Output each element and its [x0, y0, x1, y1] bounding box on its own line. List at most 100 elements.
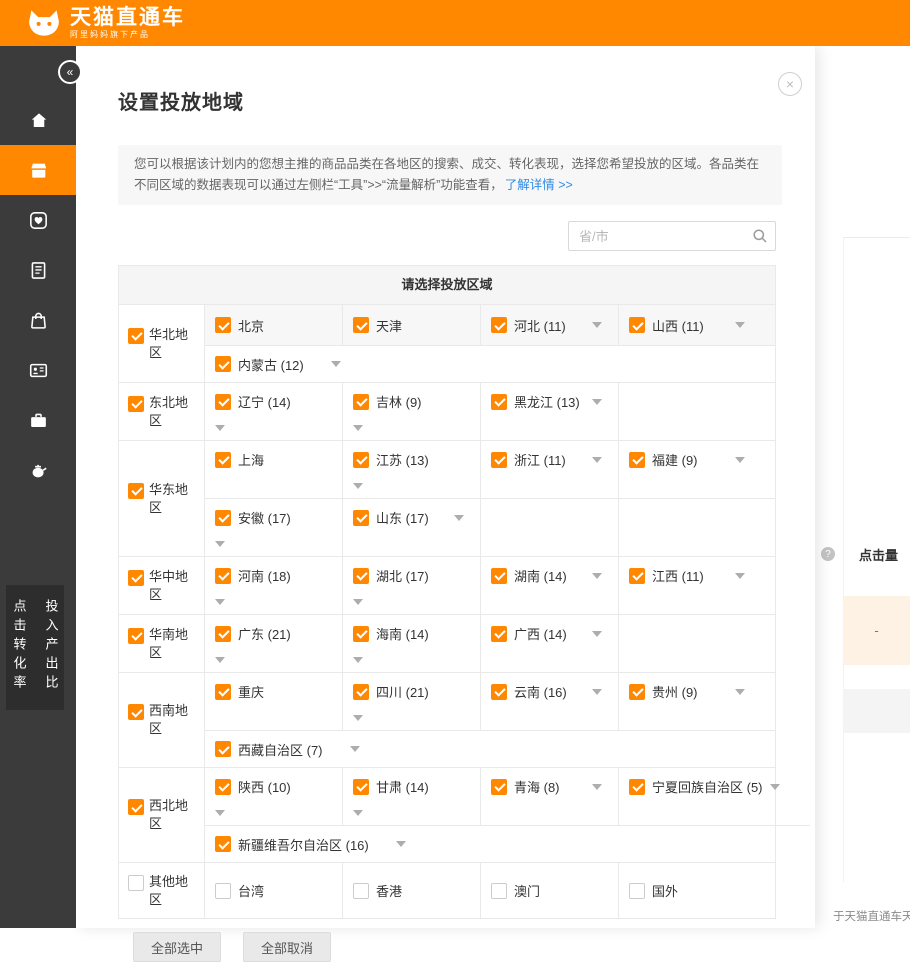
- dropdown-arrow-icon[interactable]: [735, 573, 745, 579]
- dropdown-arrow-icon[interactable]: [331, 361, 341, 367]
- province-checkbox[interactable]: [215, 356, 231, 372]
- dropdown-arrow-icon[interactable]: [215, 810, 225, 816]
- footer-link[interactable]: 天: [902, 908, 910, 924]
- dropdown-arrow-icon[interactable]: [592, 399, 602, 405]
- province-checkbox[interactable]: [491, 394, 507, 410]
- province-cell[interactable]: 广西 (14): [481, 615, 619, 672]
- province-checkbox[interactable]: [353, 779, 369, 795]
- province-checkbox[interactable]: [491, 684, 507, 700]
- province-cell[interactable]: 吉林 (9): [343, 383, 481, 440]
- province-checkbox[interactable]: [215, 452, 231, 468]
- dropdown-arrow-icon[interactable]: [353, 599, 363, 605]
- dropdown-arrow-icon[interactable]: [454, 515, 464, 521]
- province-cell[interactable]: 广东 (21): [205, 615, 343, 672]
- sidebar-item-bag[interactable]: [0, 295, 76, 345]
- region-cell[interactable]: 华中地区: [119, 557, 205, 614]
- province-checkbox[interactable]: [629, 317, 645, 333]
- province-checkbox[interactable]: [629, 883, 645, 899]
- province-checkbox[interactable]: [215, 684, 231, 700]
- region-cell[interactable]: 东北地区: [119, 383, 205, 440]
- sidebar-item-heart[interactable]: [0, 195, 76, 245]
- dropdown-arrow-icon[interactable]: [592, 689, 602, 695]
- province-cell[interactable]: 贵州 (9): [619, 673, 775, 730]
- dropdown-arrow-icon[interactable]: [770, 784, 780, 790]
- province-cell[interactable]: 上海: [205, 441, 343, 498]
- province-cell[interactable]: 云南 (16): [481, 673, 619, 730]
- province-checkbox[interactable]: [629, 779, 645, 795]
- province-checkbox[interactable]: [491, 317, 507, 333]
- dropdown-arrow-icon[interactable]: [215, 425, 225, 431]
- dropdown-arrow-icon[interactable]: [735, 457, 745, 463]
- province-checkbox[interactable]: [491, 568, 507, 584]
- sidebar-item-briefcase[interactable]: [0, 395, 76, 445]
- province-cell[interactable]: 内蒙古 (12): [205, 346, 775, 382]
- province-cell[interactable]: 辽宁 (14): [205, 383, 343, 440]
- metric-roi-label[interactable]: 投入产出比: [42, 599, 61, 694]
- region-cell[interactable]: 华南地区: [119, 615, 205, 672]
- province-checkbox[interactable]: [353, 568, 369, 584]
- dropdown-arrow-icon[interactable]: [592, 631, 602, 637]
- dropdown-arrow-icon[interactable]: [735, 322, 745, 328]
- province-search-input[interactable]: [568, 221, 776, 251]
- deselect-all-button[interactable]: 全部取消: [243, 932, 331, 962]
- learn-more-link[interactable]: 了解详情 >>: [505, 178, 573, 192]
- select-all-button[interactable]: 全部选中: [133, 932, 221, 962]
- province-cell[interactable]: 河南 (18): [205, 557, 343, 614]
- sidebar-item-teapot[interactable]: [0, 445, 76, 495]
- dropdown-arrow-icon[interactable]: [215, 541, 225, 547]
- province-checkbox[interactable]: [215, 741, 231, 757]
- dropdown-arrow-icon[interactable]: [215, 657, 225, 663]
- dropdown-arrow-icon[interactable]: [350, 746, 360, 752]
- province-cell[interactable]: 青海 (8): [481, 768, 619, 825]
- province-checkbox[interactable]: [353, 394, 369, 410]
- region-cell[interactable]: 其他地区: [119, 863, 205, 918]
- region-checkbox[interactable]: [128, 799, 144, 815]
- province-checkbox[interactable]: [629, 684, 645, 700]
- province-cell[interactable]: 四川 (21): [343, 673, 481, 730]
- province-checkbox[interactable]: [353, 452, 369, 468]
- sidebar-item-idcard[interactable]: [0, 345, 76, 395]
- sidebar-item-report[interactable]: [0, 245, 76, 295]
- region-cell[interactable]: 华北地区: [119, 305, 205, 382]
- province-checkbox[interactable]: [215, 626, 231, 642]
- province-cell[interactable]: 新疆维吾尔自治区 (16): [205, 826, 810, 862]
- dropdown-arrow-icon[interactable]: [215, 599, 225, 605]
- region-checkbox[interactable]: [128, 570, 144, 586]
- province-cell[interactable]: 湖南 (14): [481, 557, 619, 614]
- region-checkbox[interactable]: [128, 396, 144, 412]
- region-checkbox[interactable]: [128, 704, 144, 720]
- province-checkbox[interactable]: [353, 684, 369, 700]
- region-checkbox[interactable]: [128, 483, 144, 499]
- province-cell[interactable]: 陕西 (10): [205, 768, 343, 825]
- province-checkbox[interactable]: [353, 626, 369, 642]
- region-checkbox[interactable]: [128, 875, 144, 891]
- metric-click-conversion-label[interactable]: 点击转化率: [10, 599, 29, 694]
- province-checkbox[interactable]: [629, 568, 645, 584]
- sidebar-item-home[interactable]: [0, 95, 76, 145]
- province-cell[interactable]: 甘肃 (14): [343, 768, 481, 825]
- province-cell[interactable]: 山东 (17): [343, 499, 481, 556]
- province-checkbox[interactable]: [215, 394, 231, 410]
- province-cell[interactable]: 江苏 (13): [343, 441, 481, 498]
- region-cell[interactable]: 西南地区: [119, 673, 205, 767]
- province-checkbox[interactable]: [215, 836, 231, 852]
- province-checkbox[interactable]: [215, 317, 231, 333]
- province-cell[interactable]: 台湾: [205, 863, 343, 918]
- province-cell[interactable]: 福建 (9): [619, 441, 775, 498]
- footer-link[interactable]: 于天猫直通车: [833, 908, 902, 924]
- help-icon[interactable]: ?: [821, 547, 835, 561]
- province-checkbox[interactable]: [215, 510, 231, 526]
- province-cell[interactable]: 山西 (11): [619, 305, 775, 345]
- region-checkbox[interactable]: [128, 628, 144, 644]
- dropdown-arrow-icon[interactable]: [735, 689, 745, 695]
- dropdown-arrow-icon[interactable]: [353, 483, 363, 489]
- province-checkbox[interactable]: [215, 779, 231, 795]
- dropdown-arrow-icon[interactable]: [353, 425, 363, 431]
- dropdown-arrow-icon[interactable]: [353, 810, 363, 816]
- province-checkbox[interactable]: [491, 883, 507, 899]
- sidebar-collapse-button[interactable]: «: [58, 60, 82, 84]
- province-checkbox[interactable]: [215, 568, 231, 584]
- province-cell[interactable]: 黑龙江 (13): [481, 383, 619, 440]
- dropdown-arrow-icon[interactable]: [592, 457, 602, 463]
- province-cell[interactable]: 北京: [205, 305, 343, 345]
